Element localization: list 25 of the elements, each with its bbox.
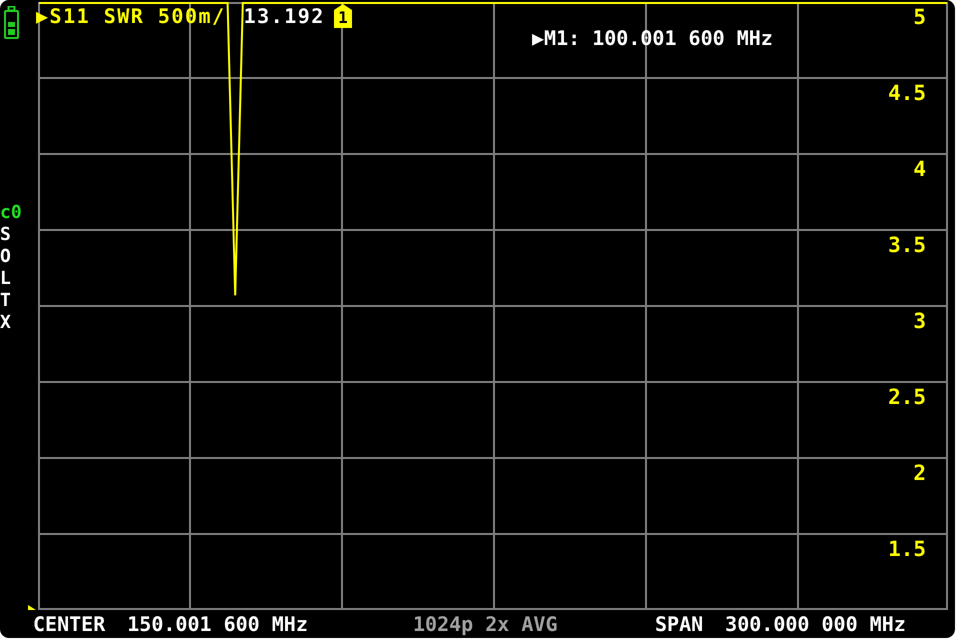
battery-icon xyxy=(4,6,19,39)
sweep-settings: 1024p 2x AVG xyxy=(413,612,558,636)
y-tick-label: 2.5 xyxy=(888,384,926,410)
reference-marker-icon xyxy=(28,605,36,610)
y-tick-label: 5 xyxy=(913,4,926,30)
y-tick-label: 3.5 xyxy=(888,232,926,258)
trace-value: 13.192 xyxy=(244,4,325,28)
marker-readout: ▶M1: 100.001 600 MHz xyxy=(532,26,773,50)
trace-label: ▶S11 SWR 500m/ xyxy=(36,4,226,28)
calibration-step: L xyxy=(0,268,11,290)
calibration-step: X xyxy=(0,312,11,334)
marker-flag: 1 xyxy=(334,4,352,28)
y-tick-label: 2 xyxy=(913,460,926,486)
calibration-status: c0 xyxy=(0,202,22,224)
y-tick-label: 1.5 xyxy=(888,536,926,562)
calibration-step: S xyxy=(0,224,11,246)
span-label: SPAN xyxy=(655,612,704,636)
y-tick-label: 4 xyxy=(913,156,926,182)
calibration-step: O xyxy=(0,246,11,268)
y-tick-label: 3 xyxy=(913,308,926,334)
span-frequency: 300.000 000 MHz xyxy=(725,612,906,636)
calibration-step: T xyxy=(0,290,11,312)
y-tick-label: 4.5 xyxy=(888,80,926,106)
center-frequency: 150.001 600 MHz xyxy=(127,612,308,636)
center-label: CENTER xyxy=(33,612,106,636)
